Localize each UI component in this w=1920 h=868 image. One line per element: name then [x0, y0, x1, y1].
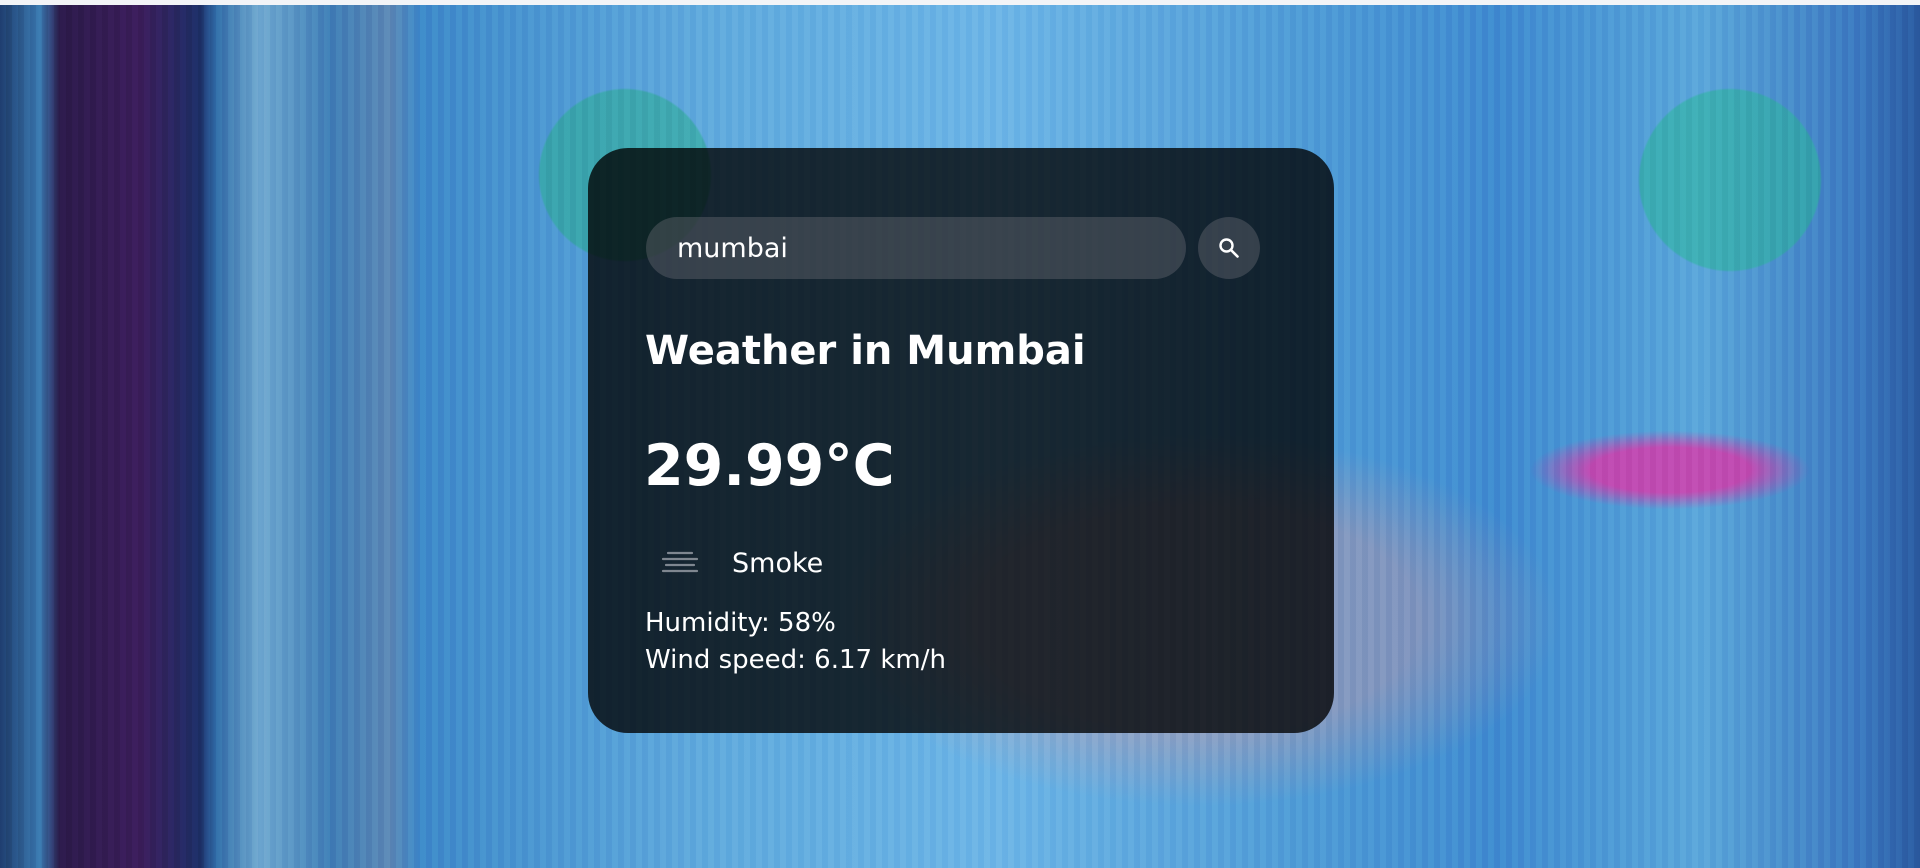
city-title: Weather in Mumbai — [645, 328, 1086, 374]
humidity-text: Humidity: 58% — [645, 608, 836, 638]
weather-card: Weather in Mumbai 29.99°C Smoke Humidity… — [588, 148, 1334, 733]
city-search-input[interactable] — [646, 217, 1186, 279]
top-border — [0, 0, 1920, 5]
weather-app-page: Weather in Mumbai 29.99°C Smoke Humidity… — [0, 0, 1920, 868]
haze-icon — [661, 551, 699, 573]
weather-description: Smoke — [732, 548, 824, 579]
search-bar — [646, 217, 1260, 279]
temperature-value: 29.99°C — [644, 433, 895, 499]
search-button[interactable] — [1198, 217, 1260, 279]
wind-speed-text: Wind speed: 6.17 km/h — [645, 645, 946, 675]
search-icon — [1219, 238, 1239, 258]
